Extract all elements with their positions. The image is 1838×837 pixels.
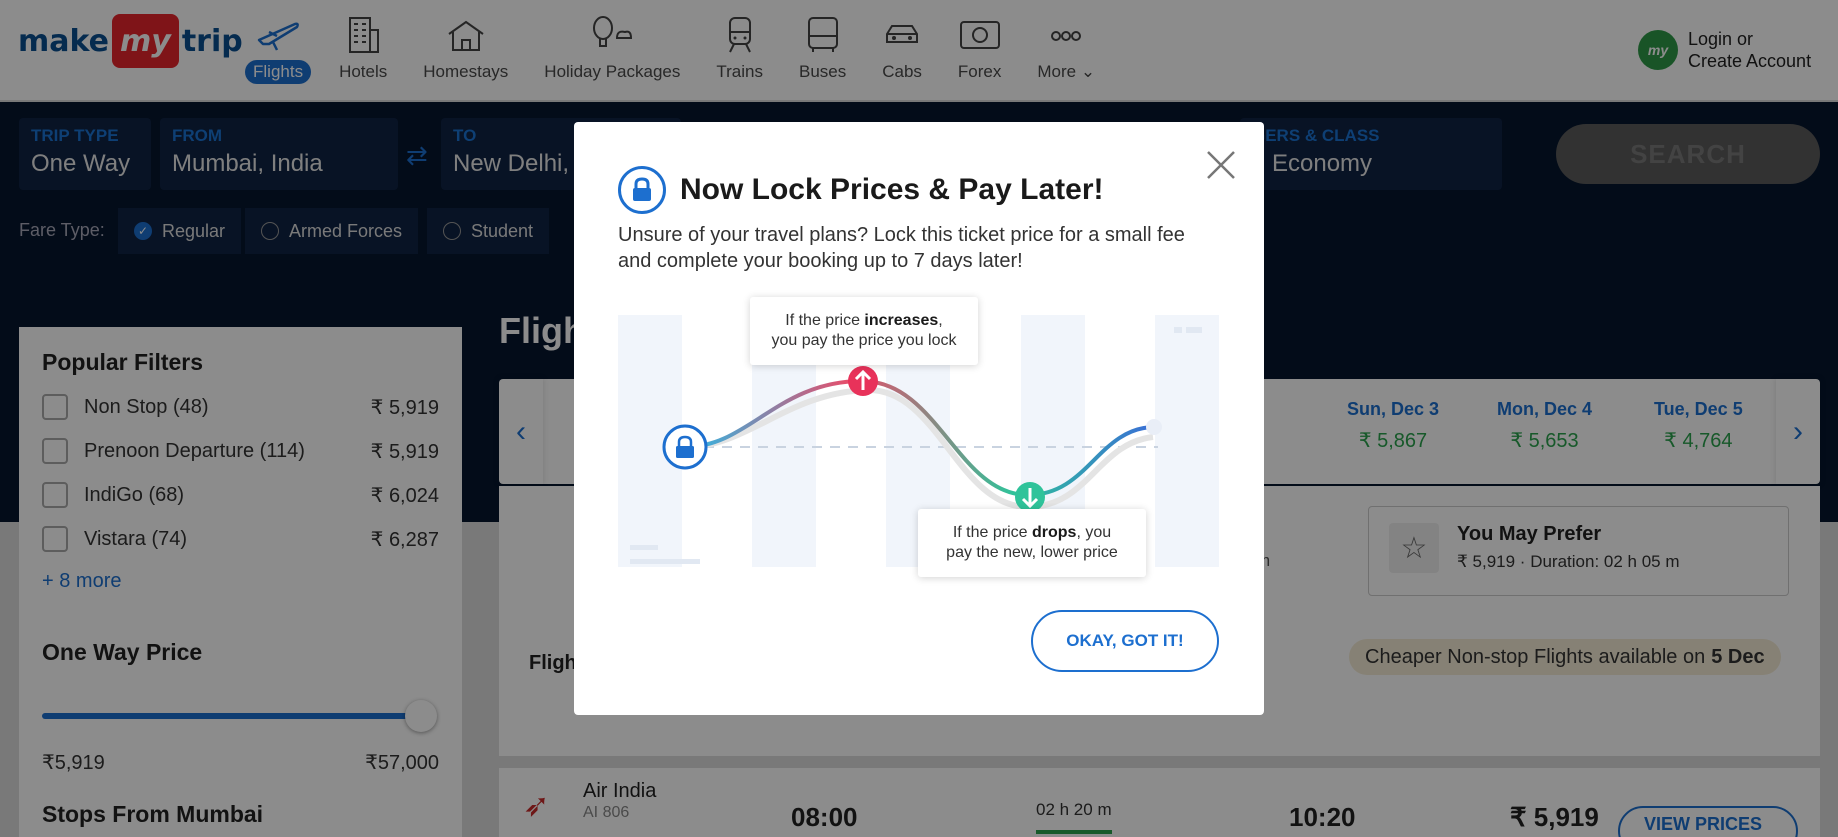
- lock-price-modal: Now Lock Prices & Pay Later! Unsure of y…: [574, 122, 1264, 715]
- modal-title: Now Lock Prices & Pay Later!: [680, 173, 1104, 206]
- modal-header: Now Lock Prices & Pay Later!: [618, 166, 1104, 214]
- okay-got-it-button[interactable]: OKAY, GOT IT!: [1031, 610, 1219, 672]
- close-icon[interactable]: [1204, 148, 1238, 182]
- callout-price-drops: If the price drops, you pay the new, low…: [918, 509, 1146, 577]
- modal-description: Unsure of your travel plans? Lock this t…: [618, 224, 1185, 272]
- price-lock-illustration: If the price increases, you pay the pric…: [618, 297, 1220, 577]
- lock-icon: [618, 166, 666, 214]
- callout-price-increases: If the price increases, you pay the pric…: [750, 297, 978, 365]
